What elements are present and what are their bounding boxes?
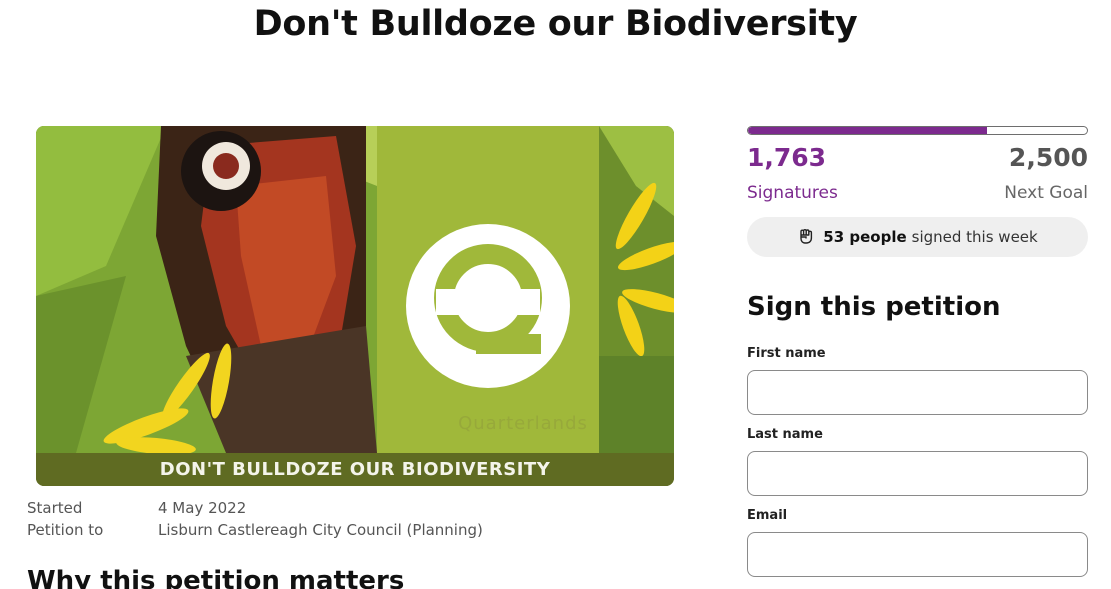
petition-target[interactable]: Lisburn Castlereagh City Council (Planni…: [158, 519, 483, 541]
goal-count: 2,500: [1008, 143, 1088, 172]
weekly-count: 53 people: [823, 228, 907, 246]
email-label: Email: [747, 508, 788, 523]
signature-progress-fill: [748, 127, 987, 134]
sign-petition-heading: Sign this petition: [747, 292, 1001, 322]
last-name-input[interactable]: [747, 451, 1088, 496]
weekly-text: signed this week: [911, 228, 1038, 246]
petition-to-row: Petition to Lisburn Castlereagh City Cou…: [27, 519, 483, 541]
first-name-input[interactable]: [747, 370, 1088, 415]
last-name-label: Last name: [747, 427, 823, 442]
started-row: Started 4 May 2022: [27, 497, 483, 519]
quarterlands-logo: Quarterlands: [458, 413, 588, 434]
page-title: Don't Bulldoze our Biodiversity: [253, 4, 858, 44]
signature-count: 1,763: [747, 143, 827, 172]
started-date: 4 May 2022: [158, 499, 247, 517]
image-banner-text: DON'T BULLDOZE OUR BIODIVERSITY: [36, 453, 674, 486]
raised-fist-icon: [800, 229, 813, 244]
first-name-label: First name: [747, 346, 826, 361]
email-input[interactable]: [747, 532, 1088, 577]
signatures-label: Signatures: [747, 183, 838, 203]
petition-to-label: Petition to: [27, 521, 104, 539]
signature-progress-bar: [747, 126, 1088, 135]
petition-image: Quarterlands DON'T BULLDOZE OUR BIODIVER…: [36, 126, 674, 486]
why-petition-heading: Why this petition matters: [27, 566, 405, 589]
started-label: Started: [27, 499, 83, 517]
next-goal-label: Next Goal: [1004, 183, 1088, 203]
weekly-signers-badge: 53 people signed this week: [747, 217, 1088, 257]
petition-meta: Started 4 May 2022 Petition to Lisburn C…: [27, 497, 483, 541]
